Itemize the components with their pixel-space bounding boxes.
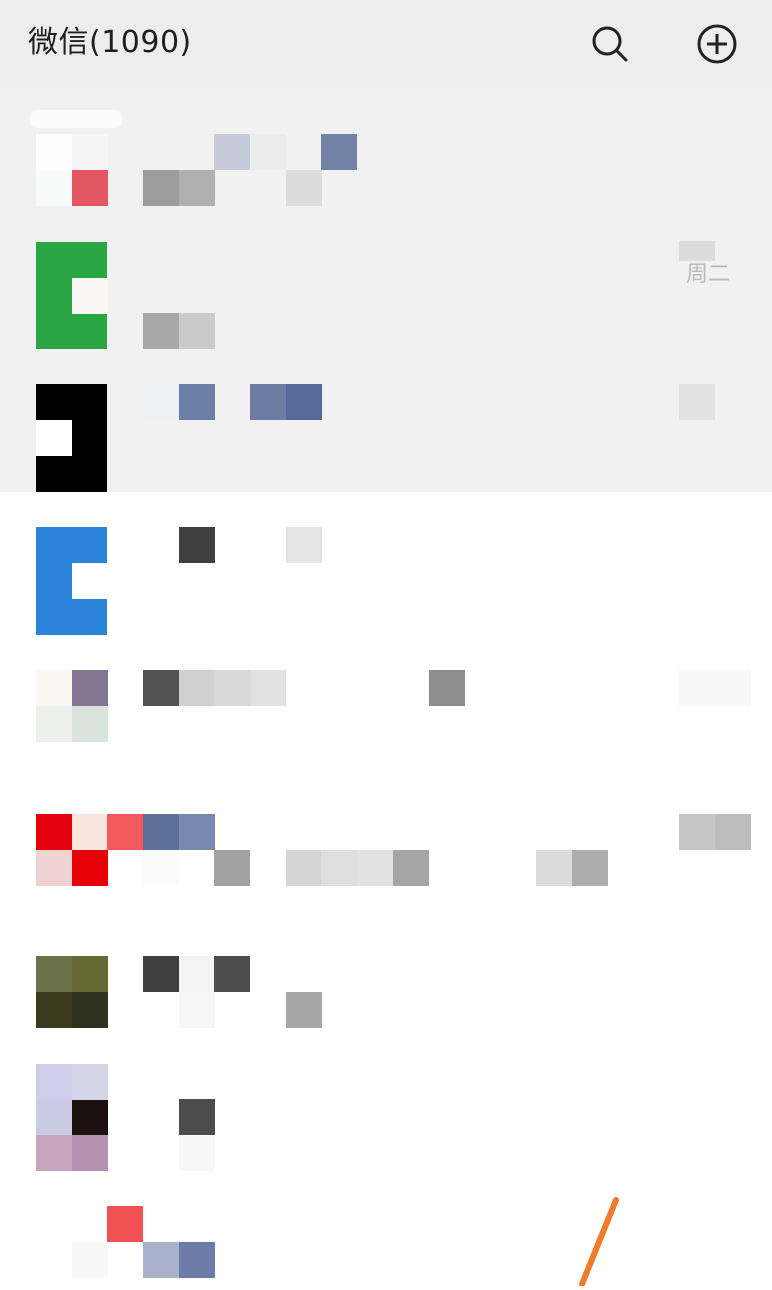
chat-row[interactable] (0, 230, 772, 372)
chat-row[interactable] (0, 1192, 772, 1280)
plus-circle-icon[interactable] (695, 22, 739, 66)
top-bar: 微信(1090) (0, 0, 772, 88)
chat-time: 周二 (686, 262, 731, 287)
search-icon[interactable] (588, 22, 632, 66)
page-title: 微信(1090) (28, 25, 192, 60)
chat-row[interactable] (0, 1050, 772, 1192)
chat-row[interactable] (0, 656, 772, 798)
chat-row[interactable] (0, 88, 772, 230)
chat-row[interactable] (0, 514, 772, 656)
chat-row[interactable] (0, 372, 772, 514)
time-blur (679, 384, 715, 420)
annotation-stroke (570, 1196, 630, 1287)
chat-row[interactable] (0, 800, 772, 942)
